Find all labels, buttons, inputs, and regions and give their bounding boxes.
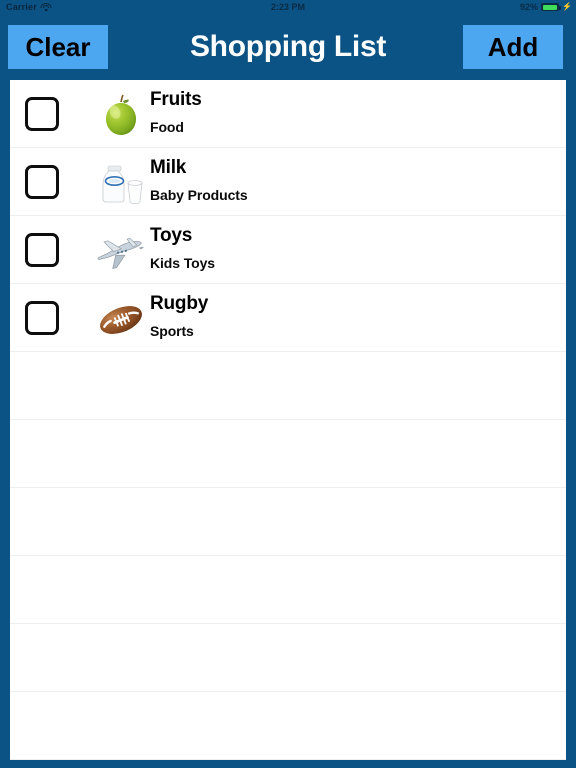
table-row-empty: [10, 556, 566, 624]
table-row[interactable]: Rugby Sports: [10, 284, 566, 352]
table-row-empty: [10, 624, 566, 692]
battery-percent-label: 92%: [520, 2, 539, 12]
status-bar: Carrier 2:23 PM 92% ⚡: [0, 0, 576, 16]
item-checkbox[interactable]: [25, 165, 59, 199]
item-subtitle: Kids Toys: [150, 255, 215, 271]
item-title: Fruits: [150, 89, 202, 110]
item-text-block: Toys Kids Toys: [150, 224, 215, 273]
milk-bottle-image: [90, 162, 152, 206]
table-row-empty: [10, 692, 566, 760]
item-title: Rugby: [150, 293, 209, 314]
table-row-empty: [10, 488, 566, 556]
battery-icon: [541, 3, 562, 11]
status-bar-right: 92% ⚡: [520, 2, 572, 12]
item-checkbox[interactable]: [25, 301, 59, 335]
shopping-list-table[interactable]: Fruits Food Milk Baby Products Toys Kids To…: [10, 80, 566, 760]
lightning-bolt-icon: ⚡: [562, 2, 572, 11]
navigation-bar: Shopping List Clear Add: [0, 16, 576, 78]
item-text-block: Milk Baby Products: [150, 156, 248, 205]
add-button[interactable]: Add: [463, 25, 563, 69]
table-row[interactable]: Fruits Food: [10, 80, 566, 148]
football-image: [90, 298, 152, 342]
item-checkbox[interactable]: [25, 97, 59, 131]
item-text-block: Rugby Sports: [150, 292, 208, 341]
table-row[interactable]: Milk Baby Products: [10, 148, 566, 216]
item-subtitle: Sports: [150, 323, 194, 339]
app-screen: Carrier 2:23 PM 92% ⚡ Shopping List Clea…: [0, 0, 576, 768]
status-bar-time: 2:23 PM: [270, 2, 305, 12]
item-subtitle: Food: [150, 119, 184, 135]
airplane-image: [90, 230, 152, 274]
item-text-block: Fruits Food: [150, 88, 202, 137]
table-row-empty: [10, 420, 566, 488]
clear-button[interactable]: Clear: [8, 25, 108, 69]
table-row-empty: [10, 352, 566, 420]
item-title: Toys: [150, 225, 193, 246]
table-row[interactable]: Toys Kids Toys: [10, 216, 566, 284]
green-apple-image: [90, 94, 152, 138]
item-title: Milk: [150, 157, 187, 178]
item-checkbox[interactable]: [25, 233, 59, 267]
item-subtitle: Baby Products: [150, 187, 248, 203]
